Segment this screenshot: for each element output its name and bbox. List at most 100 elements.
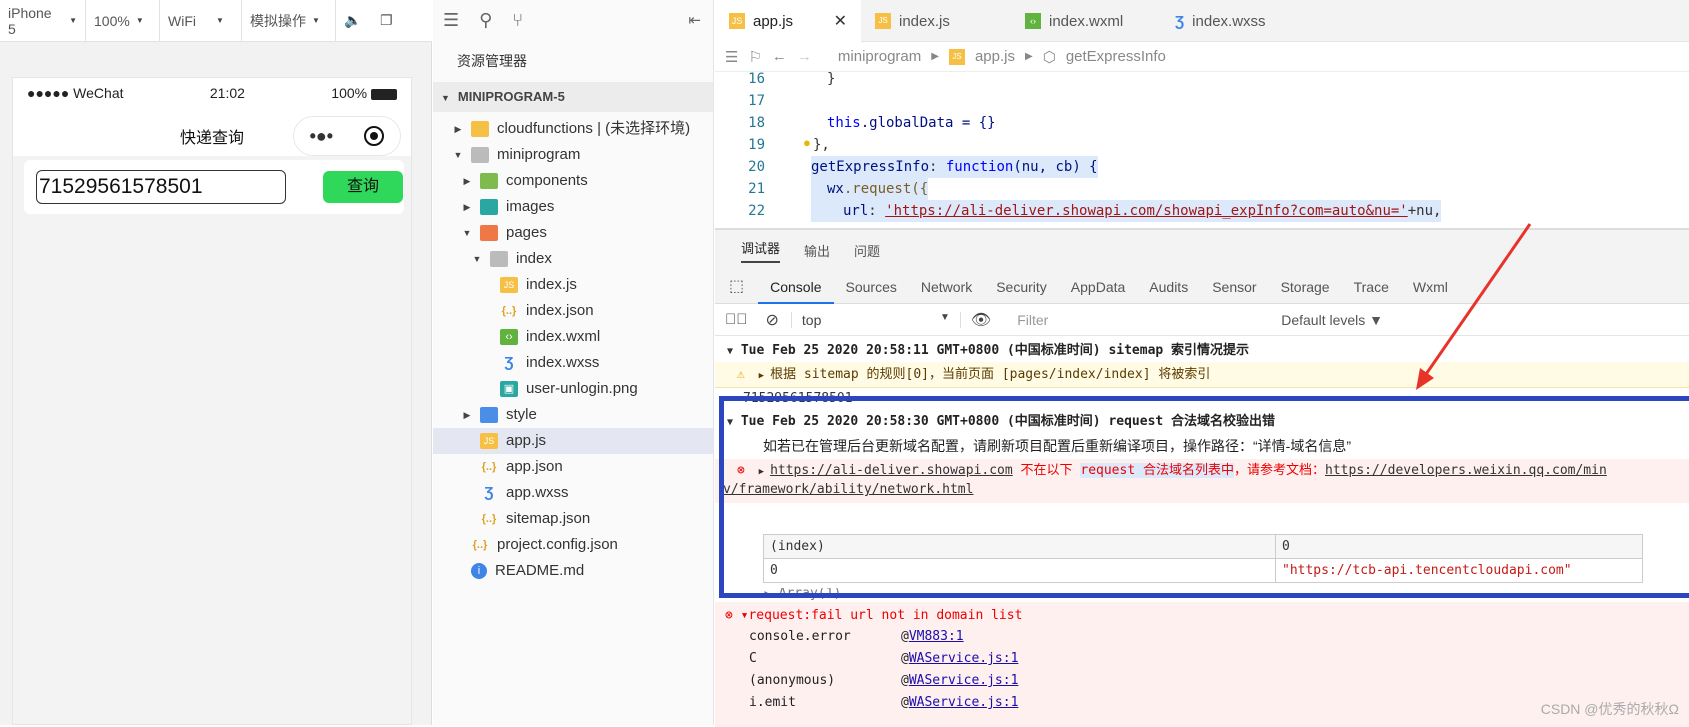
tree-item[interactable]: JS index.js xyxy=(494,272,577,298)
warning-icon: ⚠ xyxy=(737,367,745,382)
error-text: ▾request:fail url not in domain list xyxy=(740,608,1023,623)
folder-icon xyxy=(490,251,508,267)
tab-index-js[interactable]: JS index.js xyxy=(861,0,1011,42)
tree-item[interactable]: ▶ cloudfunctions | (未选择环境) xyxy=(451,116,690,142)
stack-src-link[interactable]: WAService.js:1 xyxy=(909,670,1019,692)
eye-icon[interactable]: 👁 xyxy=(961,310,1001,330)
code-text: }, xyxy=(813,137,830,153)
sound-icon[interactable]: 🔈 xyxy=(336,0,372,42)
battery-label: 100% xyxy=(331,85,368,101)
tree-item[interactable]: {..} sitemap.json xyxy=(474,506,591,532)
lightbulb-icon[interactable]: ● xyxy=(803,132,811,154)
tab-sensor[interactable]: Sensor xyxy=(1200,270,1268,304)
tree-item-selected[interactable]: JS app.js xyxy=(433,428,713,454)
code-text: getExpressInfo xyxy=(811,159,930,175)
code-line: 20 getExpressInfo: function(nu, cb) { xyxy=(715,156,1689,178)
close-icon[interactable]: ✕ xyxy=(834,11,847,31)
breadcrumb-item[interactable]: getExpressInfo xyxy=(1066,48,1166,65)
tab-output[interactable]: 输出 xyxy=(804,241,830,260)
network-select[interactable]: WiFi ▼ xyxy=(160,0,242,42)
query-button[interactable]: 查询 xyxy=(323,171,403,203)
wxss-file-icon: Ʒ xyxy=(484,484,494,501)
chevron-right-icon: ▶ xyxy=(463,202,471,212)
sidebar-toggle-icon[interactable]: ▶⃞ xyxy=(715,311,758,328)
context-label: top xyxy=(801,311,822,328)
capsule-menu[interactable]: •●• xyxy=(293,116,401,156)
devtools-tabs: ⬚ Console Sources Network Security AppDa… xyxy=(715,270,1689,304)
chevron-right-icon: ▶ xyxy=(463,410,471,420)
tab-sources[interactable]: Sources xyxy=(834,270,909,304)
tree-item[interactable]: {..} app.json xyxy=(474,454,563,480)
tab-security[interactable]: Security xyxy=(984,270,1059,304)
context-select[interactable]: top ▼ xyxy=(790,311,961,328)
tree-item[interactable]: ▼ pages xyxy=(460,220,547,246)
operation-select[interactable]: 模拟操作 ▼ xyxy=(242,0,336,42)
chevron-down-icon: ▼ xyxy=(441,93,450,103)
list-icon[interactable]: ☰ xyxy=(443,10,459,31)
inspect-icon[interactable]: ⬚ xyxy=(715,270,758,304)
tab-index-wxss[interactable]: Ʒindex.wxss xyxy=(1161,0,1311,42)
tab-appdata[interactable]: AppData xyxy=(1059,270,1137,304)
log-group-header[interactable]: ▼ Tue Feb 25 2020 20:58:11 GMT+0800 (中国标… xyxy=(715,340,1689,362)
simulator-toolbar: iPhone 5 ▼ 100% ▼ WiFi ▼ 模拟操作 ▼ 🔈 ❐ xyxy=(0,0,432,42)
search-icon[interactable]: ⚲ xyxy=(479,10,492,31)
bookmark-icon[interactable]: ⚐ xyxy=(748,48,761,66)
tab-storage[interactable]: Storage xyxy=(1269,270,1342,304)
tree-item[interactable]: Ʒindex.wxss xyxy=(494,350,599,376)
tab-network[interactable]: Network xyxy=(909,270,984,304)
project-name: MINIPROGRAM-5 xyxy=(457,89,565,104)
tree-item[interactable]: ▣ user-unlogin.png xyxy=(494,376,638,402)
tree-item[interactable]: {..} project.config.json xyxy=(465,532,618,558)
tree-item[interactable]: ‹› index.wxml xyxy=(494,324,600,350)
clear-console-icon[interactable]: ⊘ xyxy=(758,310,787,330)
project-header[interactable]: ▼ MINIPROGRAM-5 xyxy=(433,82,713,112)
tab-problems[interactable]: 问题 xyxy=(854,241,880,260)
zoom-select[interactable]: 100% ▼ xyxy=(86,0,160,42)
device-select[interactable]: iPhone 5 ▼ xyxy=(0,0,86,42)
back-arrow-icon[interactable]: ← xyxy=(772,48,787,65)
tree-item[interactable]: {..} index.json xyxy=(494,298,594,324)
log-levels-select[interactable]: Default levels ▼ xyxy=(1281,312,1383,328)
tab-wxml[interactable]: Wxml xyxy=(1401,270,1460,304)
stack-src-link[interactable]: VM883:1 xyxy=(909,626,964,648)
tree-item[interactable]: ▶ images xyxy=(460,194,554,220)
chevron-right-icon: ▶ xyxy=(758,371,765,381)
branch-icon[interactable]: ⑂ xyxy=(512,10,523,31)
tree-item[interactable]: Ʒapp.wxss xyxy=(474,480,568,506)
json-file-icon: {..} xyxy=(501,305,517,317)
battery-icon xyxy=(371,88,397,100)
chevron-right-icon: ▶ xyxy=(454,124,462,134)
forward-arrow-icon[interactable]: → xyxy=(797,48,812,65)
tree-item-label: sitemap.json xyxy=(506,510,591,527)
tree-item[interactable]: i README.md xyxy=(465,558,584,584)
more-icon[interactable]: •●• xyxy=(310,126,333,147)
phone-screen: ●●●●● WeChat 21:02 100% 快递查询 •●• 7152956… xyxy=(12,77,412,725)
window-icon[interactable]: ❐ xyxy=(372,0,408,42)
tree-item[interactable]: ▼ index xyxy=(470,246,552,272)
tree-item[interactable]: ▶ components xyxy=(460,168,588,194)
tab-audits[interactable]: Audits xyxy=(1137,270,1200,304)
tab-index-wxml[interactable]: ‹› index.wxml xyxy=(1011,0,1161,42)
stack-src-link[interactable]: WAService.js:1 xyxy=(909,648,1019,670)
tree-item[interactable]: ▼ miniprogram xyxy=(451,142,580,168)
tree-item[interactable]: ▶ style xyxy=(460,402,537,428)
list-icon[interactable]: ☰ xyxy=(725,48,738,66)
tree-item-label: miniprogram xyxy=(497,146,581,163)
console-toolbar: ▶⃞ ⊘ top ▼ 👁 Filter Default levels ▼ xyxy=(715,304,1689,336)
close-target-icon[interactable] xyxy=(364,126,385,146)
caret-down-icon: ▼ xyxy=(69,16,77,25)
tracking-number-input[interactable]: 71529561578501 xyxy=(36,170,286,204)
tab-debugger[interactable]: 调试器 xyxy=(741,238,781,263)
breadcrumb-item[interactable]: app.js xyxy=(975,48,1015,65)
filter-input[interactable]: Filter xyxy=(1011,307,1272,332)
tab-app-js[interactable]: JS app.js ✕ xyxy=(715,0,861,42)
error-icon: ⊗ xyxy=(725,608,733,623)
collapse-panel-icon[interactable]: ⇤ xyxy=(688,11,701,29)
stack-src-link[interactable]: WAService.js:1 xyxy=(909,692,1019,714)
tab-trace[interactable]: Trace xyxy=(1342,270,1401,304)
tree-item-label: cloudfunctions | (未选择环境) xyxy=(497,120,691,137)
stack-row: C @ WAService.js:1 xyxy=(725,648,1689,670)
tab-console[interactable]: Console xyxy=(758,270,834,304)
breadcrumb-item[interactable]: miniprogram xyxy=(838,48,921,65)
line-number: 21 xyxy=(748,181,765,197)
